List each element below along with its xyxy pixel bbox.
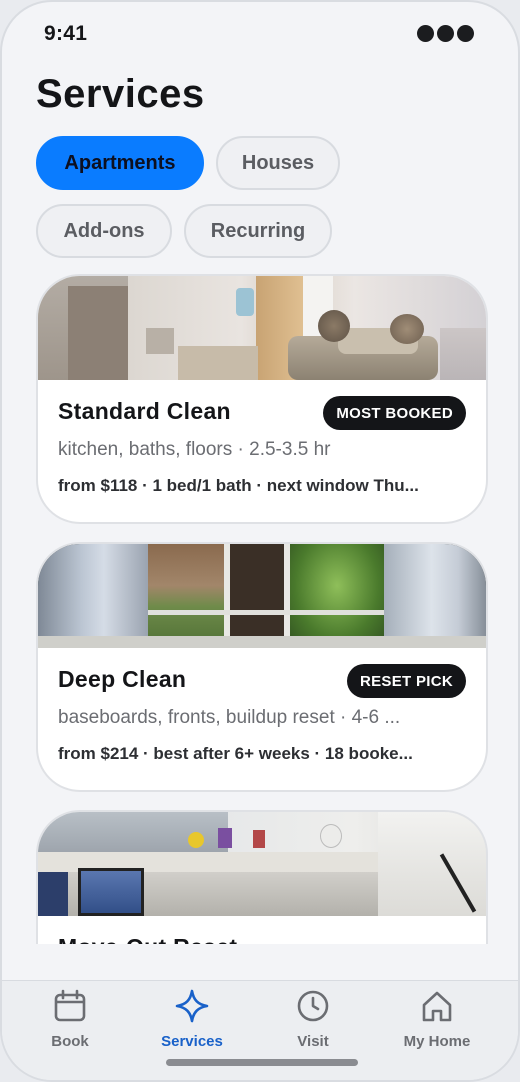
status-badge: MOST BOOKED [323, 396, 466, 430]
bottom-tab-bar: Book Services Visit My Home [2, 980, 518, 1080]
card-meta: from $118 · 1 bed/1 bath · next window T… [58, 476, 419, 495]
home-indicator [166, 1059, 358, 1066]
card-description: baseboards, fronts, buildup reset · 4-6 … [58, 707, 401, 728]
filter-chip-recurring[interactable]: Recurring [184, 204, 332, 258]
card-description: kitchen, baths, floors · 2.5-3.5 hr [58, 439, 331, 460]
status-bar: 9:41 [2, 2, 518, 66]
tab-label: My Home [403, 1033, 471, 1050]
filter-chip-apartments[interactable]: Apartments [36, 136, 204, 190]
filter-chip-houses[interactable]: Houses [216, 136, 340, 190]
living-room-photo [38, 276, 486, 380]
signal-dots-icon [417, 25, 474, 42]
office-desk-photo [38, 812, 486, 916]
status-badge: RESET PICK [346, 664, 466, 698]
clock-icon [297, 990, 329, 1022]
tab-my-home[interactable]: My Home [382, 989, 492, 1059]
tab-label: Book [51, 1033, 89, 1050]
service-list[interactable]: Standard Clean MOST BOOKED kitchen, bath… [2, 274, 518, 944]
card-title: Move-Out Reset [58, 934, 466, 944]
tab-services[interactable]: Services [137, 989, 247, 1059]
tab-book[interactable]: Book [15, 989, 125, 1059]
sparkle-icon [175, 989, 209, 1023]
window-curtains-photo [38, 544, 486, 648]
status-time: 9:41 [44, 22, 88, 45]
tab-label: Services [161, 1033, 223, 1050]
card-meta: from $214 · best after 6+ weeks · 18 boo… [58, 744, 413, 763]
page-title: Services [36, 72, 205, 116]
home-icon [422, 991, 452, 1022]
phone-frame: 9:41 Services Apartments Houses Add-ons … [0, 0, 520, 1082]
service-card-move-out-reset[interactable]: Move-Out Reset [36, 810, 488, 944]
calendar-icon [54, 989, 86, 1022]
tab-label: Visit [297, 1033, 329, 1050]
service-card-standard-clean[interactable]: Standard Clean MOST BOOKED kitchen, bath… [36, 274, 488, 524]
filter-chip-add-ons[interactable]: Add-ons [36, 204, 172, 258]
service-card-deep-clean[interactable]: Deep Clean RESET PICK baseboards, fronts… [36, 542, 488, 792]
tab-visit[interactable]: Visit [258, 989, 368, 1059]
